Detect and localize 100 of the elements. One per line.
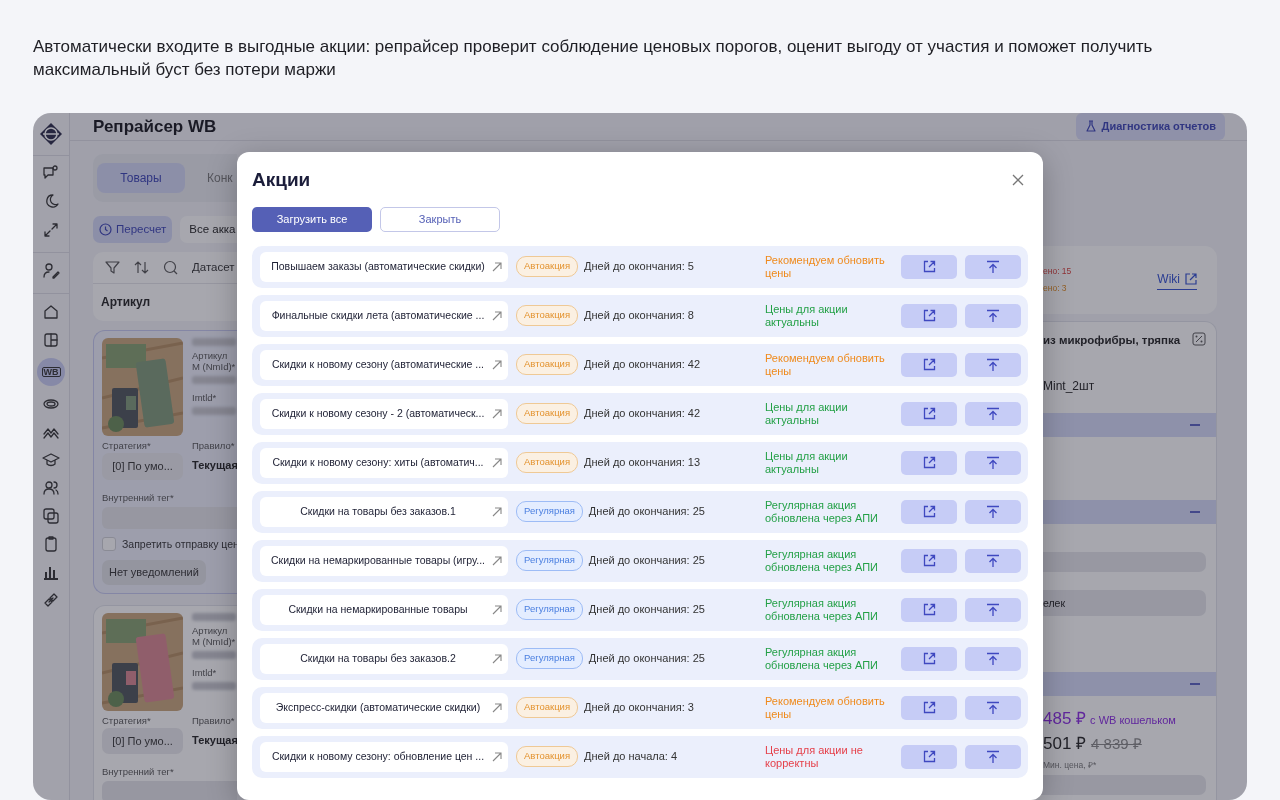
minus-icon[interactable]: [1190, 423, 1200, 426]
external-link-icon: [922, 750, 936, 763]
external-link-icon: [922, 505, 936, 518]
open-button[interactable]: [901, 695, 957, 720]
open-button[interactable]: [901, 254, 957, 279]
field-label: Артикул М (NmId)*: [192, 350, 237, 372]
open-button[interactable]: [901, 401, 957, 426]
promo-name-field[interactable]: Скидки на товары без заказов.2: [260, 643, 508, 674]
blurred-text: [192, 612, 236, 621]
product-card[interactable]: Артикул М (NmId)* Imtld* Стратегия* Правило* [0] По умо... Текущая Внутренний тег*: [93, 604, 237, 800]
percent-icon[interactable]: [1192, 331, 1206, 346]
flask-icon: [1084, 120, 1097, 133]
promo-name-field[interactable]: Скидки на немаркированные товары (игру...: [260, 545, 508, 576]
days-left-text: Дней до окончания: 25: [588, 504, 706, 520]
account-select[interactable]: Все акка: [180, 215, 237, 243]
wb-nav-item[interactable]: WB: [37, 358, 65, 386]
open-button[interactable]: [901, 548, 957, 573]
status-text: Рекомендуем обновить цены: [765, 694, 886, 721]
field-label: Мин. цена, ₽*: [1042, 758, 1098, 772]
upload-button[interactable]: [965, 254, 1021, 279]
sort-icon[interactable]: [134, 259, 149, 275]
blurred-text: [192, 338, 236, 346]
expand-icon[interactable]: [41, 220, 61, 240]
search-icon[interactable]: [163, 259, 178, 275]
arrow-up-right-icon: [492, 751, 502, 762]
minus-icon[interactable]: [1190, 682, 1200, 685]
stat-text: ено: 15: [1043, 264, 1072, 278]
promo-name-field[interactable]: Скидки на товары без заказов.1: [260, 496, 508, 527]
open-button[interactable]: [901, 450, 957, 475]
promo-name-field[interactable]: Скидки к новому сезону: хиты (автоматич...: [260, 447, 508, 478]
strategy-select[interactable]: [0] По умо...: [102, 453, 183, 480]
external-link-icon: [1185, 272, 1197, 285]
open-button[interactable]: [901, 597, 957, 622]
user-edit-icon[interactable]: [41, 261, 61, 281]
open-button[interactable]: [901, 499, 957, 524]
days-left-text: Дней до окончания: 3: [584, 700, 695, 716]
wiki-link[interactable]: Wiki: [1157, 269, 1197, 290]
promo-name-field[interactable]: Скидки к новому сезону - 2 (автоматическ...: [260, 398, 508, 429]
minus-icon[interactable]: [1190, 510, 1200, 513]
promo-name-field[interactable]: Финальные скидки лета (автоматические ...: [260, 300, 508, 331]
strategy-select[interactable]: [0] По умо...: [102, 727, 183, 755]
status-text: Цены для акции не корректны: [765, 743, 864, 770]
arrow-up-right-icon: [492, 506, 502, 517]
vendor-code: Mint_2шт: [1042, 377, 1096, 395]
arrow-up-right-icon: [492, 653, 502, 664]
upload-icon: [986, 749, 1000, 764]
days-left-text: Дней до окончания: 25: [588, 602, 706, 618]
open-button[interactable]: [901, 303, 957, 328]
upload-icon: [986, 357, 1000, 372]
upload-button[interactable]: [965, 548, 1021, 573]
open-button[interactable]: [901, 646, 957, 671]
status-text: Регулярная акция обновлена через АПИ: [765, 645, 879, 672]
arrow-up-right-icon: [492, 604, 502, 615]
upload-button[interactable]: [965, 646, 1021, 671]
stat-text: ено: 3: [1043, 281, 1068, 295]
upload-button[interactable]: [965, 695, 1021, 720]
upload-button[interactable]: [965, 401, 1021, 426]
column-header: Артикул: [100, 294, 152, 311]
days-left-text: Дней до окончания: 5: [584, 259, 695, 275]
arrow-up-right-icon: [492, 310, 502, 321]
upload-button[interactable]: [965, 744, 1021, 769]
arrow-up-right-icon: [492, 457, 502, 468]
days-left-text: Дней до начала: 4: [584, 749, 679, 765]
external-link-icon: [922, 260, 936, 273]
close-dialog-button[interactable]: Закрыть: [380, 206, 500, 232]
nav-item[interactable]: [41, 506, 61, 526]
open-button[interactable]: [901, 744, 957, 769]
upload-icon: [986, 651, 1000, 666]
load-all-button[interactable]: Загрузить все: [252, 206, 372, 232]
days-left-text: Дней до окончания: 8: [584, 308, 695, 324]
notifications-button[interactable]: Нет уведомлений: [102, 560, 206, 585]
upload-icon: [986, 700, 1000, 715]
nav-item[interactable]: [41, 330, 61, 350]
tag-input-field[interactable]: [102, 781, 237, 800]
upload-button[interactable]: [965, 450, 1021, 475]
upload-button[interactable]: [965, 499, 1021, 524]
field-label: Imtld*: [192, 392, 218, 403]
field-label: Стратегия*: [102, 714, 152, 726]
upload-button[interactable]: [965, 303, 1021, 328]
rule-value: Текущая: [192, 458, 238, 473]
product-title: из микрофибры, тряпка: [1043, 332, 1181, 348]
tag-input-field[interactable]: [102, 506, 237, 529]
filter-icon[interactable]: [105, 259, 120, 275]
upload-icon: [986, 308, 1000, 323]
checkbox[interactable]: [102, 537, 116, 552]
tab[interactable]: Товары: [97, 162, 185, 193]
promo-name-field[interactable]: Повышаем заказы (автоматические скидки): [260, 251, 508, 282]
promo-name-field[interactable]: Скидки на немаркированные товары: [260, 594, 508, 625]
promo-name-field[interactable]: Скидки к новому сезону: обновление цен ...: [260, 741, 508, 772]
upload-button[interactable]: [965, 597, 1021, 622]
recalc-button[interactable]: Пересчет: [93, 215, 173, 243]
open-button[interactable]: [901, 352, 957, 377]
clock-icon: [99, 222, 112, 236]
close-icon: [1012, 174, 1024, 187]
promo-name-field[interactable]: Экспресс-скидки (автоматические скидки): [260, 692, 508, 723]
upload-button[interactable]: [965, 352, 1021, 377]
diagnostics-button[interactable]: Диагностика отчетов: [1075, 113, 1225, 140]
external-link-icon: [922, 358, 936, 371]
promo-type-badge: Автоакция: [516, 354, 579, 375]
promo-name-field[interactable]: Скидки к новому сезону (автоматические ...: [260, 349, 508, 380]
